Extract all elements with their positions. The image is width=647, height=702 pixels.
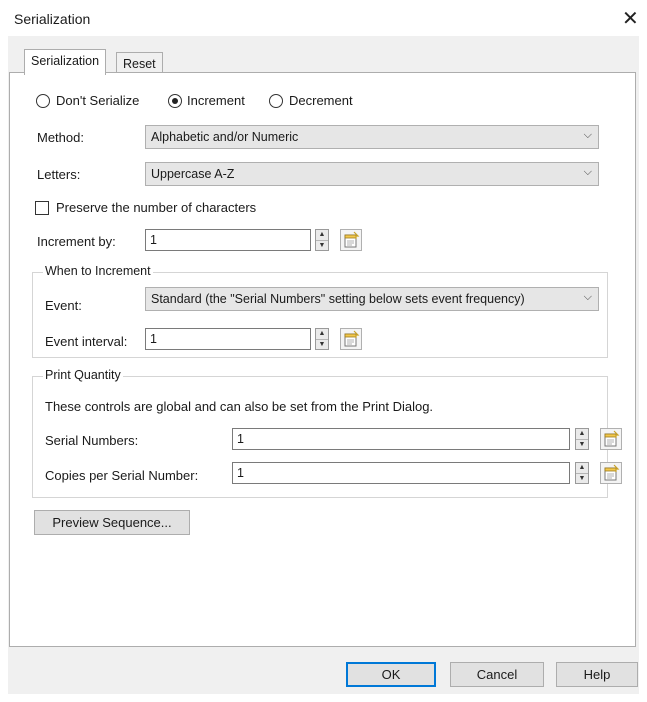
radio-selected-dot [172, 98, 178, 104]
data-source-icon [604, 464, 620, 481]
method-dropdown-value: Alphabetic and/or Numeric [151, 130, 299, 144]
down-arrow-icon[interactable]: ▼ [576, 473, 588, 483]
letters-dropdown[interactable]: Uppercase A-Z ⌵ [145, 162, 599, 186]
help-button[interactable]: Help [556, 662, 638, 687]
close-icon[interactable]: ✕ [622, 6, 639, 31]
event-dropdown-value: Standard (the "Serial Numbers" setting b… [151, 292, 525, 306]
up-arrow-icon[interactable]: ▲ [576, 429, 588, 439]
title-bar: Serialization ✕ [0, 0, 647, 36]
event-label: Event: [45, 298, 82, 313]
event-interval-spinner[interactable]: ▲ ▼ [315, 328, 329, 350]
radio-increment[interactable] [168, 94, 182, 108]
data-source-icon [344, 330, 360, 347]
preserve-characters-label: Preserve the number of characters [56, 200, 257, 215]
up-arrow-icon[interactable]: ▲ [316, 329, 328, 339]
increment-by-spinner[interactable]: ▲ ▼ [315, 229, 329, 251]
copies-per-serial-spinner[interactable]: ▲ ▼ [575, 462, 589, 484]
data-source-icon [604, 430, 620, 447]
event-dropdown[interactable]: Standard (the "Serial Numbers" setting b… [145, 287, 599, 311]
print-quantity-title: Print Quantity [43, 368, 123, 382]
tab-serialization[interactable]: Serialization [24, 49, 107, 75]
preview-sequence-button[interactable]: Preview Sequence... [34, 510, 190, 535]
down-arrow-icon[interactable]: ▼ [316, 240, 328, 250]
chevron-down-icon: ⌵ [583, 129, 592, 141]
increment-by-label: Increment by: [37, 234, 116, 249]
serial-numbers-data-source-button[interactable] [600, 428, 622, 450]
copies-per-serial-label: Copies per Serial Number: [45, 468, 199, 483]
up-arrow-icon[interactable]: ▲ [576, 463, 588, 473]
ok-button[interactable]: OK [346, 662, 436, 687]
radio-dont-serialize-label: Don't Serialize [56, 93, 140, 108]
preserve-characters-checkbox[interactable] [35, 201, 49, 215]
letters-label: Letters: [37, 167, 81, 182]
serial-numbers-spinner[interactable]: ▲ ▼ [575, 428, 589, 450]
increment-by-input[interactable]: 1 [145, 229, 311, 251]
print-quantity-description: These controls are global and can also b… [45, 399, 434, 414]
chevron-down-icon: ⌵ [583, 291, 592, 303]
method-label: Method: [37, 130, 84, 145]
cancel-button[interactable]: Cancel [450, 662, 544, 687]
copies-per-serial-data-source-button[interactable] [600, 462, 622, 484]
down-arrow-icon[interactable]: ▼ [576, 439, 588, 449]
increment-by-data-source-button[interactable] [340, 229, 362, 251]
up-arrow-icon[interactable]: ▲ [316, 230, 328, 240]
chevron-down-icon: ⌵ [583, 166, 592, 178]
when-to-increment-title: When to Increment [43, 264, 153, 278]
serial-numbers-label: Serial Numbers: [45, 433, 139, 448]
tab-panel-serialization [9, 72, 636, 647]
radio-decrement[interactable] [269, 94, 283, 108]
method-dropdown[interactable]: Alphabetic and/or Numeric ⌵ [145, 125, 599, 149]
radio-increment-label: Increment [187, 93, 245, 108]
event-interval-data-source-button[interactable] [340, 328, 362, 350]
window-title: Serialization [14, 11, 91, 27]
event-interval-label: Event interval: [45, 334, 128, 349]
data-source-icon [344, 231, 360, 248]
letters-dropdown-value: Uppercase A-Z [151, 167, 235, 181]
event-interval-input[interactable]: 1 [145, 328, 311, 350]
radio-decrement-label: Decrement [289, 93, 353, 108]
down-arrow-icon[interactable]: ▼ [316, 339, 328, 349]
radio-dont-serialize[interactable] [36, 94, 50, 108]
serial-numbers-input[interactable]: 1 [232, 428, 570, 450]
copies-per-serial-input[interactable]: 1 [232, 462, 570, 484]
